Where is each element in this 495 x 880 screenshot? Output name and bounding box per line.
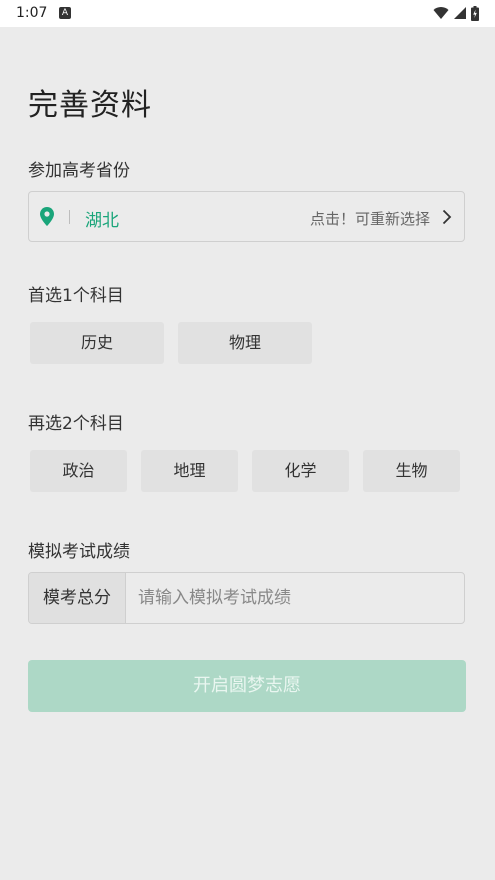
subject-biology-button[interactable]: 生物 — [363, 450, 460, 492]
second-subject-label: 再选2个科目 — [28, 414, 124, 434]
wifi-icon — [433, 7, 449, 20]
a-icon: A — [59, 7, 71, 19]
subject-history-button[interactable]: 历史 — [30, 322, 164, 364]
score-input[interactable] — [126, 573, 464, 623]
subject-geography-button[interactable]: 地理 — [141, 450, 238, 492]
province-selector[interactable]: 湖北 点击！可重新选择 — [28, 191, 465, 242]
divider — [69, 210, 70, 224]
reselect-hint: 点击！可重新选择 — [309, 210, 430, 228]
subject-politics-button[interactable]: 政治 — [30, 450, 127, 492]
score-label: 模拟考试成绩 — [28, 542, 130, 562]
province-value: 湖北 — [85, 211, 119, 231]
first-subject-label: 首选1个科目 — [28, 286, 124, 306]
status-bar: 1:07 A — [0, 0, 495, 27]
province-label: 参加高考省份 — [28, 161, 130, 181]
score-prefix: 模考总分 — [29, 573, 126, 623]
subject-physics-button[interactable]: 物理 — [178, 322, 312, 364]
page-title: 完善资料 — [28, 88, 152, 123]
submit-button[interactable]: 开启圆梦志愿 — [28, 660, 466, 712]
location-pin-icon — [40, 207, 54, 226]
score-field: 模考总分 — [28, 572, 465, 624]
status-time: 1:07 — [16, 5, 48, 21]
system-icons — [433, 5, 479, 21]
subject-chemistry-button[interactable]: 化学 — [252, 450, 349, 492]
signal-icon — [454, 7, 466, 19]
battery-icon — [471, 5, 479, 21]
chevron-right-icon — [442, 209, 452, 225]
